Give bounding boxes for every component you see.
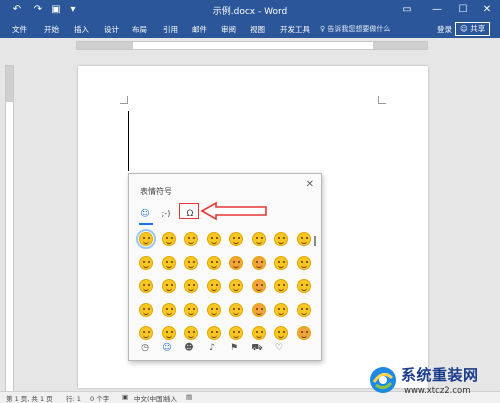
emoji-cell[interactable] bbox=[139, 302, 153, 317]
emoji-cell[interactable] bbox=[229, 302, 243, 317]
emoji-cell[interactable] bbox=[161, 302, 176, 317]
emoji-cell[interactable] bbox=[251, 302, 266, 317]
emoji-cell[interactable] bbox=[206, 232, 221, 246]
margin-corner-tl bbox=[120, 96, 128, 104]
celebration-icon[interactable]: ♪ bbox=[206, 342, 218, 354]
emoji-cell[interactable] bbox=[184, 279, 198, 293]
tab-emoji[interactable]: ☺ bbox=[136, 206, 154, 222]
close-icon[interactable]: ✕ bbox=[306, 179, 314, 190]
emoji-cell[interactable] bbox=[274, 279, 288, 293]
ribbon-tabs: 文件 开始 插入 设计 布局 引用 邮件 审阅 视图 开发工具 ♀ 告诉我您想要… bbox=[0, 21, 500, 38]
emoji-cell[interactable] bbox=[139, 326, 153, 340]
emoji-cell[interactable] bbox=[274, 326, 288, 340]
tab-home[interactable]: 开始 bbox=[44, 24, 59, 35]
emoji-cell[interactable] bbox=[184, 255, 198, 270]
symbols-tab-highlight bbox=[179, 203, 199, 219]
emoji-cell[interactable] bbox=[184, 302, 198, 317]
ruler-margin-left bbox=[77, 42, 133, 49]
emoji-cell[interactable] bbox=[161, 279, 176, 293]
emoji-cell[interactable] bbox=[184, 326, 198, 340]
emoji-cell[interactable] bbox=[136, 229, 156, 249]
watermark-url: www.xtcz2.com bbox=[404, 386, 471, 396]
red-arrow-annotation bbox=[200, 201, 267, 221]
food-icon[interactable]: ⚑ bbox=[228, 342, 240, 354]
tab-mailings[interactable]: 邮件 bbox=[192, 24, 207, 35]
person-icon: ☺ bbox=[460, 24, 471, 33]
tab-review[interactable]: 审阅 bbox=[221, 24, 236, 35]
recent-icon[interactable]: ◷ bbox=[139, 342, 151, 354]
tab-view[interactable]: 视图 bbox=[250, 24, 265, 35]
emoji-cell[interactable] bbox=[229, 232, 243, 246]
share-button[interactable]: ☺ 共享 bbox=[455, 22, 491, 36]
insert-mode[interactable]: 插入 bbox=[164, 393, 177, 403]
emoji-cell[interactable] bbox=[274, 232, 288, 246]
margin-corner-tr bbox=[378, 96, 386, 104]
emoji-cell[interactable] bbox=[251, 326, 266, 340]
tab-references[interactable]: 引用 bbox=[163, 24, 178, 35]
proofing-icon[interactable]: ▣ bbox=[122, 393, 128, 401]
tab-developer[interactable]: 开发工具 bbox=[280, 24, 310, 35]
language[interactable]: 中文(中国) bbox=[134, 393, 165, 403]
title-bar: ↶ ↷ ▣ ▾ 示例.docx - Word ▭ — ☐ ✕ bbox=[0, 0, 500, 21]
emoji-cell[interactable] bbox=[251, 232, 266, 246]
emoji-cell[interactable] bbox=[296, 279, 311, 293]
horizontal-ruler[interactable] bbox=[76, 41, 428, 50]
emoji-cell[interactable] bbox=[251, 255, 266, 270]
macro-icon[interactable]: ▤ bbox=[186, 393, 192, 401]
emoji-cell[interactable] bbox=[139, 279, 153, 293]
emoji-cell[interactable] bbox=[296, 232, 311, 246]
emoji-panel-title: 表情符号 bbox=[140, 187, 172, 196]
heart-icon[interactable]: ♡ bbox=[273, 342, 285, 354]
ribbon-display-icon[interactable]: ▭ bbox=[394, 2, 420, 18]
emoji-cell[interactable] bbox=[229, 326, 243, 340]
emoji-cell[interactable] bbox=[206, 326, 221, 340]
maximize-icon[interactable]: ☐ bbox=[450, 2, 476, 18]
tab-file[interactable]: 文件 bbox=[12, 24, 27, 35]
tab-design[interactable]: 设计 bbox=[104, 24, 119, 35]
emoji-cell[interactable] bbox=[206, 302, 221, 317]
emoji-cell[interactable] bbox=[251, 279, 266, 293]
word-count[interactable]: 0 个字 bbox=[90, 393, 109, 403]
emoji-cell[interactable] bbox=[184, 232, 198, 246]
emoji-cell[interactable] bbox=[296, 255, 311, 270]
emoji-cell[interactable] bbox=[274, 255, 288, 270]
emoji-cell[interactable] bbox=[139, 255, 153, 270]
ruler-margin-top bbox=[6, 66, 13, 102]
tab-insert[interactable]: 插入 bbox=[74, 24, 89, 35]
emoji-cell[interactable] bbox=[206, 279, 221, 293]
line-number: 行: 1 bbox=[66, 395, 81, 403]
emoji-cell[interactable] bbox=[296, 302, 311, 317]
tell-me-search[interactable]: ♀ 告诉我您想要做什么 bbox=[320, 24, 390, 34]
emoji-cell[interactable] bbox=[161, 326, 176, 340]
site-watermark: 系统重装网 www.xtcz2.com bbox=[368, 362, 498, 400]
tab-layout[interactable]: 布局 bbox=[132, 24, 147, 35]
emoji-scrollbar[interactable] bbox=[314, 236, 316, 246]
login-link[interactable]: 登录 bbox=[437, 24, 452, 35]
page-count[interactable]: 第 1 页, 共 1 页 bbox=[6, 393, 53, 403]
tab-kaomoji[interactable]: ;-) bbox=[157, 206, 175, 222]
selected-tab-indicator bbox=[139, 223, 153, 225]
emoji-cell[interactable] bbox=[161, 255, 176, 270]
close-icon[interactable]: ✕ bbox=[474, 2, 500, 18]
emoji-cell[interactable] bbox=[296, 326, 311, 340]
minimize-icon[interactable]: — bbox=[424, 2, 450, 18]
travel-icon[interactable]: ⛟ bbox=[251, 342, 263, 354]
emoji-cell[interactable] bbox=[229, 255, 243, 270]
emoji-cell[interactable] bbox=[206, 255, 221, 270]
text-cursor bbox=[128, 111, 129, 171]
emoji-cell[interactable] bbox=[274, 302, 288, 317]
ruler-margin-right bbox=[373, 42, 427, 49]
people-icon[interactable]: ☻ bbox=[183, 342, 195, 354]
watermark-title: 系统重装网 bbox=[401, 366, 479, 384]
smiley-icon[interactable]: ☺ bbox=[161, 342, 173, 354]
emoji-cell[interactable] bbox=[229, 279, 243, 293]
watermark-logo-icon bbox=[370, 367, 396, 393]
emoji-cell[interactable] bbox=[161, 232, 176, 246]
vertical-ruler[interactable] bbox=[5, 65, 14, 392]
